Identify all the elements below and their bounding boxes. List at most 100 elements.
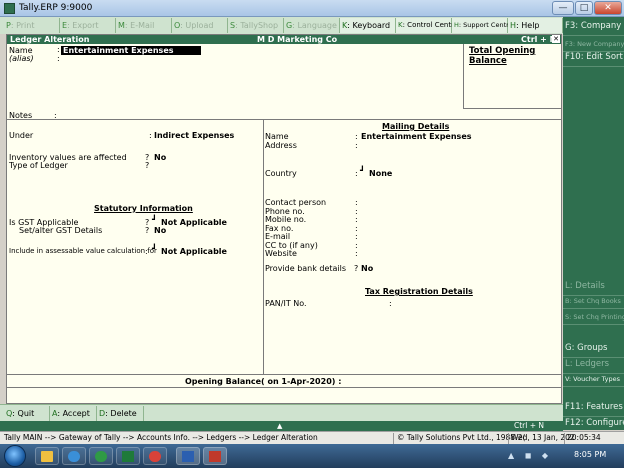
assessable-colon: : <box>145 247 148 256</box>
enter-mark-icon: ┛ <box>152 244 157 253</box>
type-qmark: ? <box>145 161 150 170</box>
tax-registration-title: Tax Registration Details <box>365 287 473 296</box>
inventory-value[interactable]: No <box>154 153 166 162</box>
tallyshop-button[interactable]: S: TallyShop <box>228 18 284 33</box>
mailing-details-title: Mailing Details <box>382 122 450 131</box>
gst-applicable-value[interactable]: Not Applicable <box>161 218 227 227</box>
address-label: Address <box>265 141 297 150</box>
divider <box>7 119 561 120</box>
form-header: Ledger Alteration M D Marketing Co Ctrl … <box>7 35 561 44</box>
enter-mark-icon: ┛ <box>152 215 157 224</box>
maximize-button[interactable]: □ <box>575 1 593 15</box>
total-opening-balance-box: Total Opening Balance <box>463 44 561 109</box>
name-input[interactable]: Entertainment Expenses <box>61 46 201 55</box>
tally-taskbar-icon[interactable] <box>203 447 227 465</box>
help-button[interactable]: H: Help <box>508 18 563 33</box>
chrome-icon[interactable] <box>143 447 167 465</box>
voucher-types-button[interactable]: V: Voucher Types <box>563 371 624 387</box>
upload-button[interactable]: O: Upload <box>172 18 228 33</box>
internet-explorer-icon[interactable] <box>62 447 86 465</box>
window-titlebar: Tally.ERP 9:9000 — □ ✕ <box>0 0 624 17</box>
under-colon: : <box>149 131 152 140</box>
breadcrumb: Tally MAIN --> Gateway of Tally --> Acco… <box>4 433 318 442</box>
mailing-name-value[interactable]: Entertainment Expenses <box>361 132 472 141</box>
media-player-icon[interactable] <box>89 447 113 465</box>
bank-qmark: ? <box>354 264 359 273</box>
email-button[interactable]: M: E-Mail <box>116 18 172 33</box>
email-colon[interactable]: : <box>355 232 358 241</box>
under-value[interactable]: Indirect Expenses <box>154 131 234 140</box>
assessable-value[interactable]: Not Applicable <box>161 247 227 256</box>
alias-label: (alias) <box>9 54 34 63</box>
column-divider <box>263 120 264 374</box>
pan-colon[interactable]: : <box>389 299 392 308</box>
mailing-name-label: Name <box>265 132 289 141</box>
website-label: Website <box>265 249 297 258</box>
company-name: M D Marketing Co <box>257 35 338 44</box>
explorer-icon[interactable] <box>35 447 59 465</box>
country-label: Country <box>265 169 297 178</box>
ctrl-n-shortcut[interactable]: Ctrl + N <box>514 421 544 431</box>
divider <box>7 387 561 388</box>
status-bar: Tally MAIN --> Gateway of Tally --> Acco… <box>0 431 624 444</box>
website-colon[interactable]: : <box>355 249 358 258</box>
form-close-icon[interactable]: ✕ <box>552 35 560 43</box>
status-date: Wed, 13 Jan, 202 <box>511 433 575 442</box>
enter-mark-icon: ┛ <box>360 166 365 175</box>
delete-button[interactable]: D: Delete <box>97 406 144 421</box>
taskbar-clock[interactable]: 8:05 PM <box>574 450 606 459</box>
quit-button[interactable]: Q: Quit <box>4 406 50 421</box>
mobile-label: Mobile no. <box>265 215 307 224</box>
ledger-alteration-form: Ledger Alteration M D Marketing Co Ctrl … <box>6 34 562 404</box>
tally-app-icon <box>4 3 15 14</box>
assessable-label: Include in assessable value calculation … <box>9 247 157 255</box>
set-cheque-books-button[interactable]: B: Set Chq Books <box>563 293 624 309</box>
accept-button[interactable]: A: Accept <box>50 406 97 421</box>
mobile-colon[interactable]: : <box>355 215 358 224</box>
bank-details-value[interactable]: No <box>361 264 373 273</box>
status-time: 20:05:34 <box>567 433 601 442</box>
country-value[interactable]: None <box>369 169 392 178</box>
ctrl-n-bar: ▲ Ctrl + N <box>0 421 563 431</box>
language-button[interactable]: G: Language <box>284 18 340 33</box>
opening-balance-date[interactable]: ( on 1-Apr-2020) : <box>261 377 341 386</box>
start-orb-icon[interactable] <box>4 445 26 467</box>
name-colon: : <box>57 45 60 54</box>
close-window-button[interactable]: ✕ <box>594 1 622 15</box>
alias-colon: : <box>57 54 60 63</box>
excel-icon[interactable] <box>116 447 140 465</box>
control-centre-button[interactable]: K: Control Centre <box>396 18 458 33</box>
under-label: Under <box>9 131 34 140</box>
right-button-panel: F3: Company F3: New Company F10: Edit So… <box>563 17 624 433</box>
bottom-button-bar: Q: Quit A: Accept D: Delete <box>0 404 563 421</box>
minimize-button[interactable]: — <box>552 1 574 15</box>
contact-colon[interactable]: : <box>355 198 358 207</box>
export-button[interactable]: E: Export <box>60 18 116 33</box>
system-tray[interactable]: ▲ ◼ ◆ <box>508 451 568 461</box>
gst-details-qmark: ? <box>145 226 150 235</box>
contact-person-label: Contact person <box>265 198 327 207</box>
email-label: E-mail <box>265 232 291 241</box>
address-colon[interactable]: : <box>355 141 358 150</box>
total-opening-balance-title: Total Opening Balance <box>469 46 536 66</box>
statutory-info-title: Statutory Information <box>94 204 193 213</box>
windows-taskbar: ▲ ◼ ◆ 8:05 PM <box>0 444 624 468</box>
gst-details-label: Set/alter GST Details <box>19 226 103 235</box>
set-cheque-printing-button[interactable]: S: Set Chq Printing <box>563 309 624 325</box>
gst-details-value[interactable]: No <box>154 226 166 235</box>
window-title: Tally.ERP 9:9000 <box>19 3 93 13</box>
keyboard-button[interactable]: K: Keyboard <box>340 18 396 33</box>
word-icon[interactable] <box>176 447 200 465</box>
type-of-ledger-label: Type of Ledger <box>9 161 68 170</box>
up-arrow-icon[interactable]: ▲ <box>277 421 282 431</box>
edit-sort-button[interactable]: F10: Edit Sort <box>563 48 624 67</box>
form-title: Ledger Alteration <box>10 35 90 44</box>
pan-label: PAN/IT No. <box>265 299 307 308</box>
opening-balance-label: Opening Balance <box>185 377 262 386</box>
top-button-bar: P: Print E: Export M: E-Mail O: Upload S… <box>0 17 563 34</box>
support-centre-button[interactable]: H: Support Centre <box>452 18 513 33</box>
print-button[interactable]: P: Print <box>4 18 60 33</box>
country-colon: : <box>355 169 358 178</box>
company-button[interactable]: F3: Company <box>563 17 624 36</box>
bank-details-label: Provide bank details <box>265 264 347 273</box>
